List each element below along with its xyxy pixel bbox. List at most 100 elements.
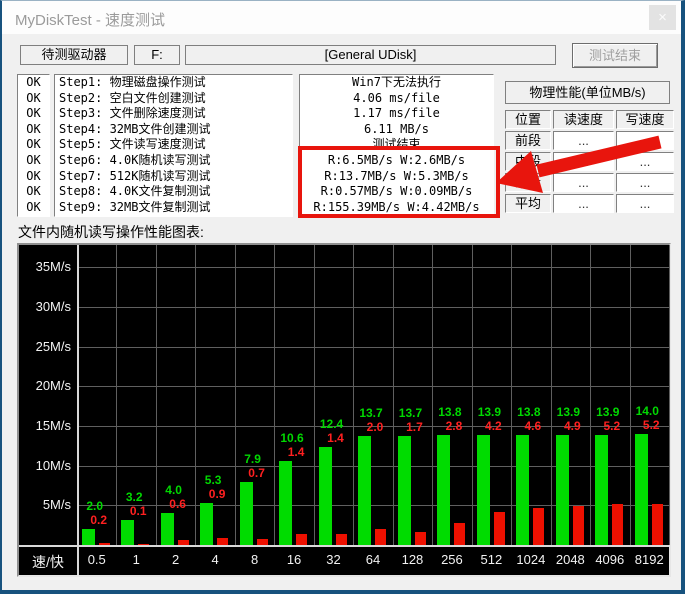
read-bar: [319, 447, 332, 545]
x-axis-tick: 2: [156, 552, 195, 567]
step-status: OK: [18, 184, 49, 200]
write-value-label: 2.8: [434, 419, 473, 433]
grid-line-v: [156, 245, 157, 545]
drive-selector[interactable]: F:: [134, 45, 180, 65]
perf-read-cell: ...: [553, 194, 614, 213]
write-value-label: 1.4: [316, 431, 355, 445]
write-bar: [375, 529, 386, 545]
x-axis-tick: 64: [353, 552, 392, 567]
read-bar: [279, 461, 292, 545]
write-value-label: 2.0: [355, 420, 394, 434]
read-bar: [595, 435, 608, 545]
read-value-label: 12.4: [312, 417, 351, 431]
read-value-label: 13.8: [509, 405, 548, 419]
performance-table: 位置读速度写速度前段......中段......末段......平均......: [505, 110, 674, 213]
step-item: Step8: 4.0K文件复制测试: [55, 184, 292, 200]
window-title: MyDiskTest - 速度测试: [15, 9, 165, 30]
grid-line-h: [77, 267, 669, 268]
x-axis-tick: 4: [195, 552, 234, 567]
y-axis-tick: 15M/s: [19, 418, 71, 433]
write-bar: [533, 508, 544, 545]
app-window: MyDiskTest - 速度测试 × 待测驱动器 F: [General UD…: [0, 0, 685, 594]
read-value-label: 5.3: [193, 473, 232, 487]
read-value-label: 10.6: [272, 431, 311, 445]
performance-group-title: 物理性能(单位MB/s): [505, 81, 670, 104]
result-line: 测试结束: [300, 137, 493, 153]
read-bar: [635, 434, 648, 545]
read-value-label: 14.0: [628, 404, 667, 418]
step-status: OK: [18, 91, 49, 107]
close-icon[interactable]: ×: [649, 5, 676, 30]
write-bar: [652, 504, 663, 545]
perf-header-cell: 读速度: [553, 110, 614, 129]
write-bar: [336, 534, 347, 545]
write-bar: [415, 532, 426, 545]
write-value-label: 4.6: [513, 419, 552, 433]
step-status-panel: OKOKOKOKOKOKOKOKOK: [17, 74, 50, 217]
read-bar: [398, 436, 411, 545]
test-finish-button[interactable]: 测试结束: [572, 43, 658, 68]
x-axis-tick: 128: [393, 552, 432, 567]
grid-line-v: [353, 245, 354, 545]
read-bar: [121, 520, 134, 545]
step-item: Step7: 512K随机读写测试: [55, 169, 292, 185]
write-value-label: 1.7: [395, 420, 434, 434]
chart-title: 文件内随机读写操作性能图表:: [18, 222, 204, 242]
perf-read-cell: ...: [553, 173, 614, 192]
write-value-label: 5.2: [592, 419, 631, 433]
write-value-label: 0.7: [237, 466, 276, 480]
grid-line-v: [472, 245, 473, 545]
result-line: 4.06 ms/file: [300, 91, 493, 107]
read-bar: [556, 435, 569, 545]
result-line: R:155.39MB/s W:4.42MB/s: [300, 200, 493, 216]
write-value-label: 4.2: [474, 419, 513, 433]
read-value-label: 13.9: [549, 405, 588, 419]
step-status: OK: [18, 153, 49, 169]
result-line: R:13.7MB/s W:5.3MB/s: [300, 169, 493, 185]
x-axis-tick: 256: [432, 552, 471, 567]
perf-write-cell: ...: [616, 194, 674, 213]
perf-header-cell: 位置: [505, 110, 551, 129]
grid-line-v: [314, 245, 315, 545]
write-bar: [257, 539, 268, 545]
read-bar: [161, 513, 174, 545]
result-line: 6.11 MB/s: [300, 122, 493, 138]
read-bar: [200, 503, 213, 545]
read-value-label: 13.7: [351, 406, 390, 420]
perf-header-cell: 写速度: [616, 110, 674, 129]
step-status: OK: [18, 137, 49, 153]
x-axis-tick: 32: [314, 552, 353, 567]
step-item: Step9: 32MB文件复制测试: [55, 200, 292, 216]
grid-line-h: [77, 466, 669, 467]
grid-line-v: [551, 245, 552, 545]
write-bar: [99, 543, 110, 545]
grid-line-v: [630, 245, 631, 545]
results-panel: Win7下无法执行4.06 ms/file1.17 ms/file6.11 MB…: [299, 74, 494, 217]
read-value-label: 7.9: [233, 452, 272, 466]
perf-write-cell: ...: [616, 131, 674, 150]
write-value-label: 0.2: [79, 513, 118, 527]
step-status: OK: [18, 106, 49, 122]
perf-write-cell: ...: [616, 173, 674, 192]
write-value-label: 4.9: [553, 419, 592, 433]
read-value-label: 13.9: [470, 405, 509, 419]
perf-row-label: 平均: [505, 194, 551, 213]
x-axis-tick: 8: [235, 552, 274, 567]
x-axis-tick: 1024: [511, 552, 550, 567]
read-bar: [437, 435, 450, 545]
result-line: R:6.5MB/s W:2.6MB/s: [300, 153, 493, 169]
y-axis-tick: 35M/s: [19, 259, 71, 274]
step-status: OK: [18, 122, 49, 138]
step-item: Step2: 空白文件创建测试: [55, 91, 292, 107]
write-bar: [494, 512, 505, 545]
read-bar: [477, 435, 490, 545]
grid-line-h: [77, 386, 669, 387]
step-status: OK: [18, 169, 49, 185]
result-line: Win7下无法执行: [300, 75, 493, 91]
step-item: Step4: 32MB文件创建测试: [55, 122, 292, 138]
grid-line-h: [77, 347, 669, 348]
step-status: OK: [18, 75, 49, 91]
x-axis-tick: 512: [472, 552, 511, 567]
write-value-label: 0.1: [118, 504, 157, 518]
write-bar: [612, 504, 623, 545]
